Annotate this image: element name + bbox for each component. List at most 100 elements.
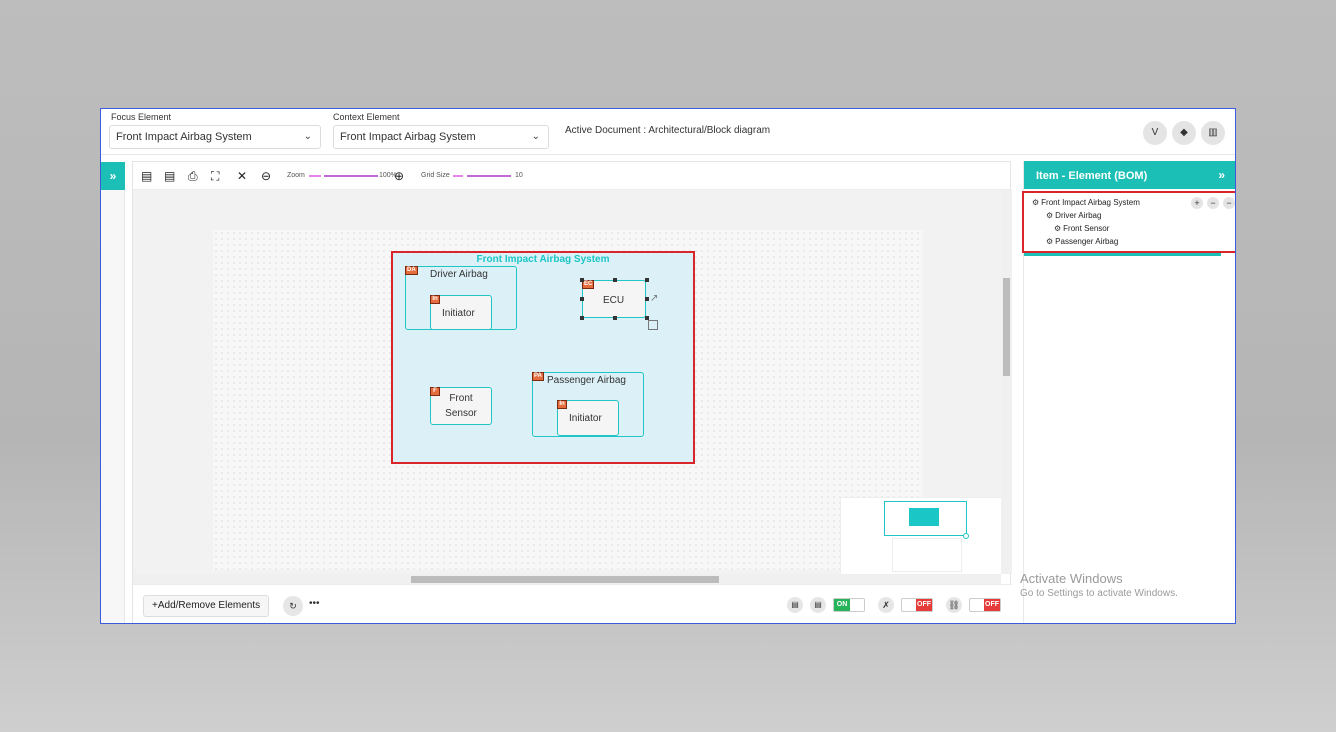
tree-collapse-button[interactable]: − — [1207, 197, 1219, 209]
focus-element-label: Focus Element — [111, 112, 172, 122]
v-icon: V — [1151, 127, 1159, 138]
chart-icon: ▥ — [1208, 127, 1218, 138]
expand-left-button[interactable]: » — [101, 162, 125, 190]
fullscreen-icon[interactable]: ✕ — [237, 169, 247, 183]
resize-handle[interactable] — [645, 297, 649, 301]
system-block[interactable]: Front Impact Airbag System DA Driver Air… — [391, 251, 695, 464]
resize-handle[interactable] — [580, 297, 584, 301]
toggle-on-label: ON — [834, 599, 850, 611]
gears-icon: ⚙ — [1046, 237, 1054, 246]
zoom-label: Zoom — [287, 172, 305, 179]
tree-node-root[interactable]: ⚙ Front Impact Airbag System — [1032, 198, 1140, 207]
ecu-block[interactable]: EC ECU — [582, 280, 646, 318]
watermark-line-2: Go to Settings to activate Windows. — [1020, 588, 1178, 599]
document-alt-button[interactable]: ▤ — [810, 597, 826, 613]
horizontal-scrollbar[interactable] — [133, 574, 1001, 584]
toggle-on[interactable]: ON — [833, 598, 865, 612]
diagram-canvas[interactable]: Front Impact Airbag System DA Driver Air… — [133, 190, 1001, 574]
right-panel-title: Item - Element (BOM) — [1036, 170, 1148, 182]
context-element-label: Context Element — [333, 112, 400, 122]
add-remove-label: Add/Remove Elements — [157, 600, 261, 611]
document-icon: ▤ — [814, 600, 822, 609]
driver-initiator-block[interactable]: In Initiator — [430, 295, 492, 330]
passenger-airbag-block[interactable]: PA Passenger Airbag In Initiator — [532, 372, 644, 437]
focus-element-select[interactable]: Front Impact Airbag System ⌄ — [109, 125, 321, 149]
chevron-down-icon: ⌄ — [531, 131, 540, 142]
tree-remove-button[interactable]: − — [1223, 197, 1235, 209]
print-icon[interactable]: ⎙ — [188, 169, 198, 184]
refresh-icon: ↻ — [289, 601, 297, 611]
zoom-slider-left[interactable] — [309, 175, 321, 177]
vertical-scrollbar[interactable] — [1001, 190, 1012, 574]
toggle-off-1[interactable]: OFF — [901, 598, 933, 612]
grid-size-slider[interactable] — [467, 175, 511, 177]
vertical-scroll-thumb[interactable] — [1003, 278, 1010, 376]
toggle-off-label-2: OFF — [984, 599, 1000, 611]
grid-slider-left[interactable] — [453, 175, 463, 177]
vertex-button[interactable]: V — [1143, 121, 1167, 145]
tree-node-label: Front Sensor — [1063, 224, 1110, 233]
minimap-region — [892, 538, 962, 572]
export-png-icon[interactable]: ▤ — [141, 169, 152, 183]
header-bar: Focus Element Front Impact Airbag System… — [101, 109, 1235, 155]
color-button[interactable]: ◆ — [1172, 121, 1196, 145]
document-button[interactable]: ▤ — [787, 597, 803, 613]
gear-icon: ⚙ — [1054, 224, 1062, 233]
toggle-off-2[interactable]: OFF — [969, 598, 1001, 612]
resize-handle[interactable] — [580, 316, 584, 320]
zoom-out-icon[interactable]: ⊖ — [261, 169, 271, 183]
connector-icon[interactable]: ↗ — [650, 293, 658, 304]
horizontal-scroll-thumb[interactable] — [411, 576, 719, 583]
tools-icon: ✗ — [882, 600, 890, 610]
diagram-panel: ▤ ▤ ⎙ ⛶ ✕ ⊖ Zoom 100% ⊕ Grid Size 10 Fro… — [132, 161, 1012, 623]
ecu-label: ECU — [603, 295, 625, 306]
passenger-airbag-tag: PA — [532, 372, 544, 381]
double-chevron-right-icon: » — [109, 169, 117, 183]
tree-node-front-sensor[interactable]: ⚙ Front Sensor — [1054, 224, 1109, 233]
resize-handle[interactable] — [613, 278, 617, 282]
unlink-icon: ⛓ — [948, 600, 960, 610]
right-panel-header: Item - Element (BOM) » — [1024, 161, 1235, 189]
unlink-button[interactable]: ⛓ — [946, 597, 962, 613]
grid-size-label: Grid Size — [421, 172, 450, 179]
add-remove-elements-button[interactable]: +Add/Remove Elements — [143, 595, 270, 617]
zoom-in-icon[interactable]: ⊕ — [394, 169, 404, 183]
front-sensor-label-1: Front — [449, 393, 473, 404]
tree-node-label: Front Impact Airbag System — [1041, 198, 1140, 207]
minimap-block — [909, 508, 939, 526]
more-icon[interactable]: ••• — [309, 598, 320, 609]
context-element-select[interactable]: Front Impact Airbag System ⌄ — [333, 125, 549, 149]
activate-windows-watermark: Activate Windows Go to Settings to activ… — [1020, 571, 1178, 599]
gears-icon: ⚙ — [1046, 211, 1054, 220]
tree-node-label: Driver Airbag — [1055, 211, 1102, 220]
focus-element-value: Front Impact Airbag System — [116, 131, 252, 143]
resize-handle[interactable] — [580, 278, 584, 282]
right-panel: Item - Element (BOM) » ⚙ Front Impact Air… — [1022, 161, 1235, 623]
toggle-off-label-1: OFF — [916, 599, 932, 611]
minimap[interactable] — [840, 497, 1001, 574]
resize-corner-icon[interactable] — [648, 320, 658, 330]
fit-screen-icon[interactable]: ⛶ — [211, 169, 219, 184]
minus-icon: − — [1226, 198, 1232, 208]
zoom-slider[interactable] — [324, 175, 378, 177]
tree-node-passenger-airbag[interactable]: ⚙ Passenger Airbag — [1046, 237, 1118, 246]
resize-handle[interactable] — [613, 316, 617, 320]
app-window: Focus Element Front Impact Airbag System… — [100, 108, 1236, 624]
double-chevron-right-icon[interactable]: » — [1218, 168, 1225, 182]
active-document-label: Active Document : Architectural/Block di… — [565, 125, 771, 136]
chart-button[interactable]: ▥ — [1201, 121, 1225, 145]
watermark-line-1: Activate Windows — [1020, 571, 1123, 586]
resize-handle[interactable] — [645, 278, 649, 282]
driver-airbag-label: Driver Airbag — [430, 269, 488, 280]
passenger-initiator-block[interactable]: In Initiator — [557, 400, 619, 436]
driver-airbag-block[interactable]: DA Driver Airbag In Initiator — [405, 266, 517, 330]
tree-underline — [1024, 253, 1221, 256]
export-svg-icon[interactable]: ▤ — [164, 169, 175, 183]
minimap-handle[interactable] — [963, 533, 969, 539]
tools-button[interactable]: ✗ — [878, 597, 894, 613]
front-sensor-block[interactable]: F Front Sensor — [430, 387, 492, 425]
tree-node-driver-airbag[interactable]: ⚙ Driver Airbag — [1046, 211, 1101, 220]
driver-initiator-label: Initiator — [442, 308, 475, 319]
tree-add-button[interactable]: + — [1191, 197, 1203, 209]
refresh-button[interactable]: ↻ — [283, 596, 303, 616]
